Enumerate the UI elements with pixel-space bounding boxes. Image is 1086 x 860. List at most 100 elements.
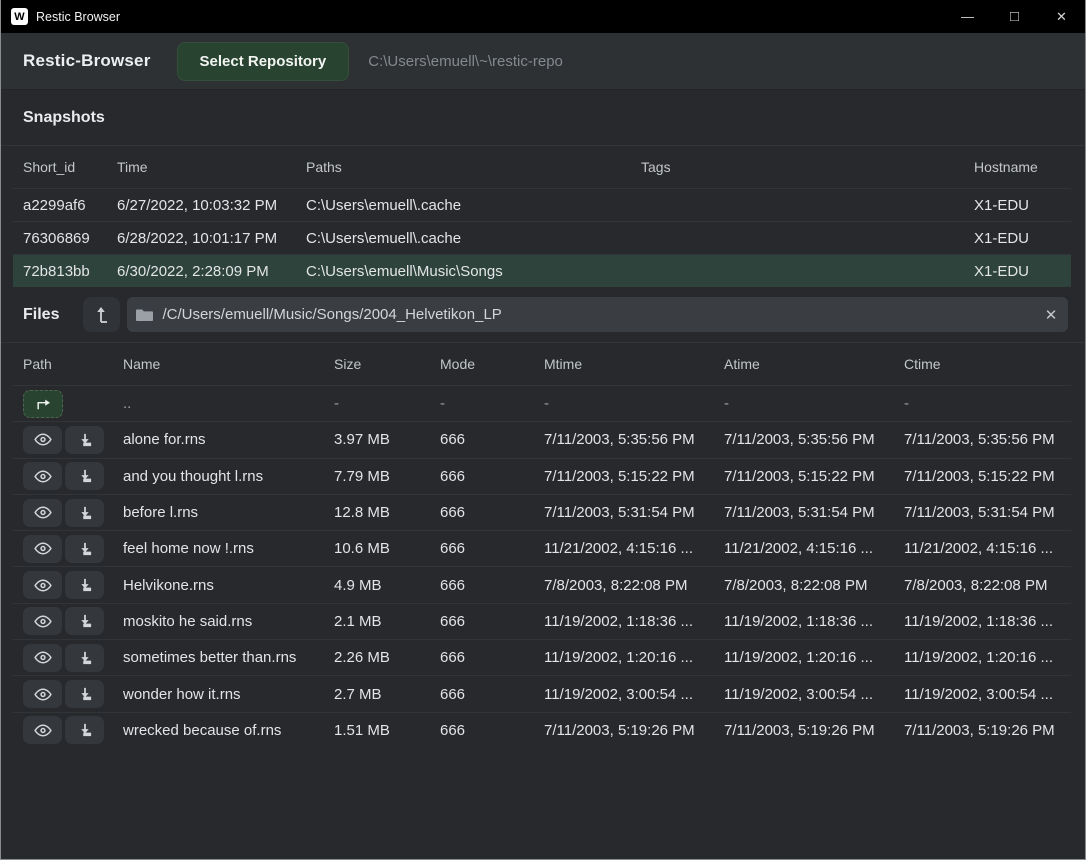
- snapshot-short-id: 76306869: [13, 230, 107, 247]
- preview-file-button[interactable]: [23, 571, 62, 599]
- files-section: Files /C/Users/emuell/Music/Songs/2004_: [1, 287, 1085, 748]
- file-name: feel home now !.rns: [113, 540, 324, 557]
- file-atime: 7/11/2003, 5:31:54 PM: [714, 504, 894, 521]
- parent-dir-row[interactable]: .. - - - - -: [13, 385, 1071, 421]
- file-ctime: 7/8/2003, 8:22:08 PM: [894, 577, 1071, 594]
- files-table: Path Name Size Mode Mtime Atime Ctime: [13, 343, 1071, 748]
- column-header-paths: Paths: [296, 159, 631, 175]
- snapshot-time: 6/28/2022, 10:01:17 PM: [107, 230, 296, 247]
- eye-icon: [34, 506, 52, 519]
- file-mode: 666: [430, 722, 534, 739]
- files-heading-band: Files /C/Users/emuell/Music/Songs/2004_: [1, 287, 1085, 343]
- folder-icon: [136, 308, 153, 322]
- preview-file-button[interactable]: [23, 535, 62, 563]
- clear-path-icon[interactable]: ✕: [1034, 297, 1068, 332]
- download-file-button[interactable]: [65, 680, 104, 708]
- file-row[interactable]: and you thought l.rns 7.79 MB 666 7/11/2…: [13, 458, 1071, 494]
- download-icon: [78, 506, 92, 520]
- file-atime: 7/8/2003, 8:22:08 PM: [714, 577, 894, 594]
- download-icon: [78, 433, 92, 447]
- file-size: -: [324, 395, 430, 412]
- file-atime: 7/11/2003, 5:19:26 PM: [714, 722, 894, 739]
- file-row[interactable]: alone for.rns 3.97 MB 666 7/11/2003, 5:3…: [13, 421, 1071, 457]
- snapshot-paths: C:\Users\emuell\.cache: [296, 197, 631, 214]
- file-mode: 666: [430, 649, 534, 666]
- file-name: and you thought l.rns: [113, 468, 324, 485]
- file-ctime: 7/11/2003, 5:15:22 PM: [894, 468, 1071, 485]
- window-title: Restic Browser: [36, 10, 120, 24]
- file-row[interactable]: feel home now !.rns 10.6 MB 666 11/21/20…: [13, 530, 1071, 566]
- snapshot-hostname: X1-EDU: [964, 263, 1071, 280]
- file-name: moskito he said.rns: [113, 613, 324, 630]
- file-atime: 11/19/2002, 1:18:36 ...: [714, 613, 894, 630]
- preview-file-button[interactable]: [23, 607, 62, 635]
- download-file-button[interactable]: [65, 607, 104, 635]
- file-name: before l.rns: [113, 504, 324, 521]
- close-icon[interactable]: ✕: [1038, 0, 1085, 33]
- column-header-mode: Mode: [430, 356, 534, 372]
- download-icon: [78, 687, 92, 701]
- file-mode: 666: [430, 468, 534, 485]
- preview-file-button[interactable]: [23, 716, 62, 744]
- select-repository-button[interactable]: Select Repository: [177, 42, 350, 81]
- snapshot-paths: C:\Users\emuell\Music\Songs: [296, 263, 631, 280]
- download-file-button[interactable]: [65, 535, 104, 563]
- file-size: 1.51 MB: [324, 722, 430, 739]
- eye-icon: [34, 433, 52, 446]
- up-level-button[interactable]: [83, 297, 120, 332]
- download-file-button[interactable]: [65, 644, 104, 672]
- download-file-button[interactable]: [65, 499, 104, 527]
- snapshot-hostname: X1-EDU: [964, 197, 1071, 214]
- file-mtime: 11/21/2002, 4:15:16 ...: [534, 540, 714, 557]
- download-file-button[interactable]: [65, 426, 104, 454]
- snapshot-row-selected[interactable]: 72b813bb 6/30/2022, 2:28:09 PM C:\Users\…: [13, 254, 1071, 287]
- file-atime: 11/21/2002, 4:15:16 ...: [714, 540, 894, 557]
- maximize-icon[interactable]: □: [991, 0, 1038, 33]
- file-atime: 7/11/2003, 5:15:22 PM: [714, 468, 894, 485]
- eye-icon: [34, 688, 52, 701]
- file-row[interactable]: Helvikone.rns 4.9 MB 666 7/8/2003, 8:22:…: [13, 566, 1071, 602]
- preview-file-button[interactable]: [23, 426, 62, 454]
- file-atime: 11/19/2002, 1:20:16 ...: [714, 649, 894, 666]
- preview-file-button[interactable]: [23, 499, 62, 527]
- file-row[interactable]: moskito he said.rns 2.1 MB 666 11/19/200…: [13, 603, 1071, 639]
- download-file-button[interactable]: [65, 462, 104, 490]
- file-name: ..: [113, 395, 324, 412]
- file-row[interactable]: sometimes better than.rns 2.26 MB 666 11…: [13, 639, 1071, 675]
- file-ctime: -: [894, 395, 1071, 412]
- file-mtime: 11/19/2002, 1:18:36 ...: [534, 613, 714, 630]
- download-icon: [78, 469, 92, 483]
- file-path-bar[interactable]: /C/Users/emuell/Music/Songs/2004_Helveti…: [127, 297, 1068, 332]
- file-row[interactable]: wonder how it.rns 2.7 MB 666 11/19/2002,…: [13, 675, 1071, 711]
- eye-icon: [34, 651, 52, 664]
- snapshots-heading-band: Snapshots: [1, 90, 1085, 146]
- snapshots-table-header: Short_id Time Paths Tags Hostname: [13, 146, 1071, 188]
- go-parent-dir-button[interactable]: [23, 390, 63, 418]
- column-header-ctime: Ctime: [894, 356, 1071, 372]
- column-header-mtime: Mtime: [534, 356, 714, 372]
- file-row[interactable]: before l.rns 12.8 MB 666 7/11/2003, 5:31…: [13, 494, 1071, 530]
- header-bar: Restic-Browser Select Repository C:\User…: [1, 33, 1085, 90]
- file-atime: 11/19/2002, 3:00:54 ...: [714, 686, 894, 703]
- download-file-button[interactable]: [65, 571, 104, 599]
- preview-file-button[interactable]: [23, 680, 62, 708]
- file-ctime: 7/11/2003, 5:35:56 PM: [894, 431, 1071, 448]
- download-icon: [78, 614, 92, 628]
- file-mtime: 7/11/2003, 5:15:22 PM: [534, 468, 714, 485]
- preview-file-button[interactable]: [23, 462, 62, 490]
- file-ctime: 11/19/2002, 1:20:16 ...: [894, 649, 1071, 666]
- titlebar: W Restic Browser — □ ✕: [1, 0, 1085, 33]
- preview-file-button[interactable]: [23, 644, 62, 672]
- file-size: 2.1 MB: [324, 613, 430, 630]
- eye-icon: [34, 470, 52, 483]
- app-icon: W: [11, 8, 28, 25]
- file-row[interactable]: wrecked because of.rns 1.51 MB 666 7/11/…: [13, 712, 1071, 748]
- download-file-button[interactable]: [65, 716, 104, 744]
- download-icon: [78, 542, 92, 556]
- snapshot-row[interactable]: a2299af6 6/27/2022, 10:03:32 PM C:\Users…: [13, 188, 1071, 221]
- minimize-icon[interactable]: —: [944, 0, 991, 33]
- snapshot-row[interactable]: 76306869 6/28/2022, 10:01:17 PM C:\Users…: [13, 221, 1071, 254]
- column-header-path: Path: [13, 356, 113, 372]
- repository-path: C:\Users\emuell\~\restic-repo: [368, 53, 563, 70]
- column-header-name: Name: [113, 356, 324, 372]
